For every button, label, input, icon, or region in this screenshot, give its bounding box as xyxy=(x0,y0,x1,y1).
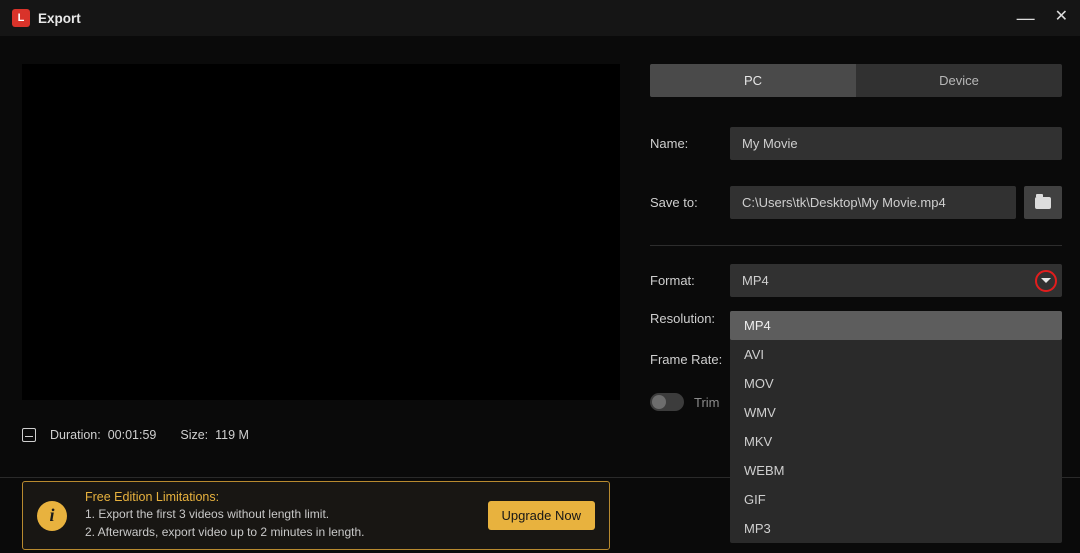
format-option-webm[interactable]: WEBM xyxy=(730,456,1062,485)
minimize-button[interactable]: — xyxy=(1017,9,1035,27)
format-dropdown: MP4 AVI MOV WMV MKV WEBM GIF MP3 xyxy=(730,311,1062,543)
upgrade-button[interactable]: Upgrade Now xyxy=(488,501,596,530)
trim-toggle[interactable] xyxy=(650,393,684,411)
name-label: Name: xyxy=(650,136,730,151)
browse-folder-button[interactable] xyxy=(1024,186,1062,219)
limitations-line2: 2. Afterwards, export video up to 2 minu… xyxy=(85,524,470,541)
video-preview xyxy=(22,64,620,400)
info-icon: i xyxy=(37,501,67,531)
folder-icon xyxy=(1035,197,1051,209)
framerate-label: Frame Rate: xyxy=(650,352,730,367)
format-option-avi[interactable]: AVI xyxy=(730,340,1062,369)
titlebar: L Export — ✕ xyxy=(0,0,1080,36)
duration-value: 00:01:59 xyxy=(108,428,157,442)
format-label: Format: xyxy=(650,273,730,288)
format-option-wmv[interactable]: WMV xyxy=(730,398,1062,427)
saveto-label: Save to: xyxy=(650,195,730,210)
window-title: Export xyxy=(38,11,81,26)
limitations-title: Free Edition Limitations: xyxy=(85,490,470,504)
tab-pc[interactable]: PC xyxy=(650,64,856,97)
name-input[interactable] xyxy=(730,127,1062,160)
tab-device[interactable]: Device xyxy=(856,64,1062,97)
saveto-input[interactable] xyxy=(730,186,1016,219)
format-option-mov[interactable]: MOV xyxy=(730,369,1062,398)
trim-label: Trim xyxy=(694,395,720,410)
media-meta: Duration: 00:01:59 Size: 119 M xyxy=(22,428,620,442)
limitations-panel: i Free Edition Limitations: 1. Export th… xyxy=(22,481,610,550)
format-option-mkv[interactable]: MKV xyxy=(730,427,1062,456)
format-option-mp3[interactable]: MP3 xyxy=(730,514,1062,543)
format-option-gif[interactable]: GIF xyxy=(730,485,1062,514)
format-select[interactable]: MP4 xyxy=(730,264,1062,297)
divider xyxy=(650,245,1062,246)
close-button[interactable]: ✕ xyxy=(1055,9,1068,27)
limitations-line1: 1. Export the first 3 videos without len… xyxy=(85,506,470,523)
format-option-mp4[interactable]: MP4 xyxy=(730,311,1062,340)
resolution-label: Resolution: xyxy=(650,311,730,326)
size-value: 119 M xyxy=(215,428,249,442)
size-label: Size: xyxy=(180,428,208,442)
save-icon xyxy=(22,428,36,442)
duration-label: Duration: xyxy=(50,428,101,442)
app-icon: L xyxy=(12,9,30,27)
